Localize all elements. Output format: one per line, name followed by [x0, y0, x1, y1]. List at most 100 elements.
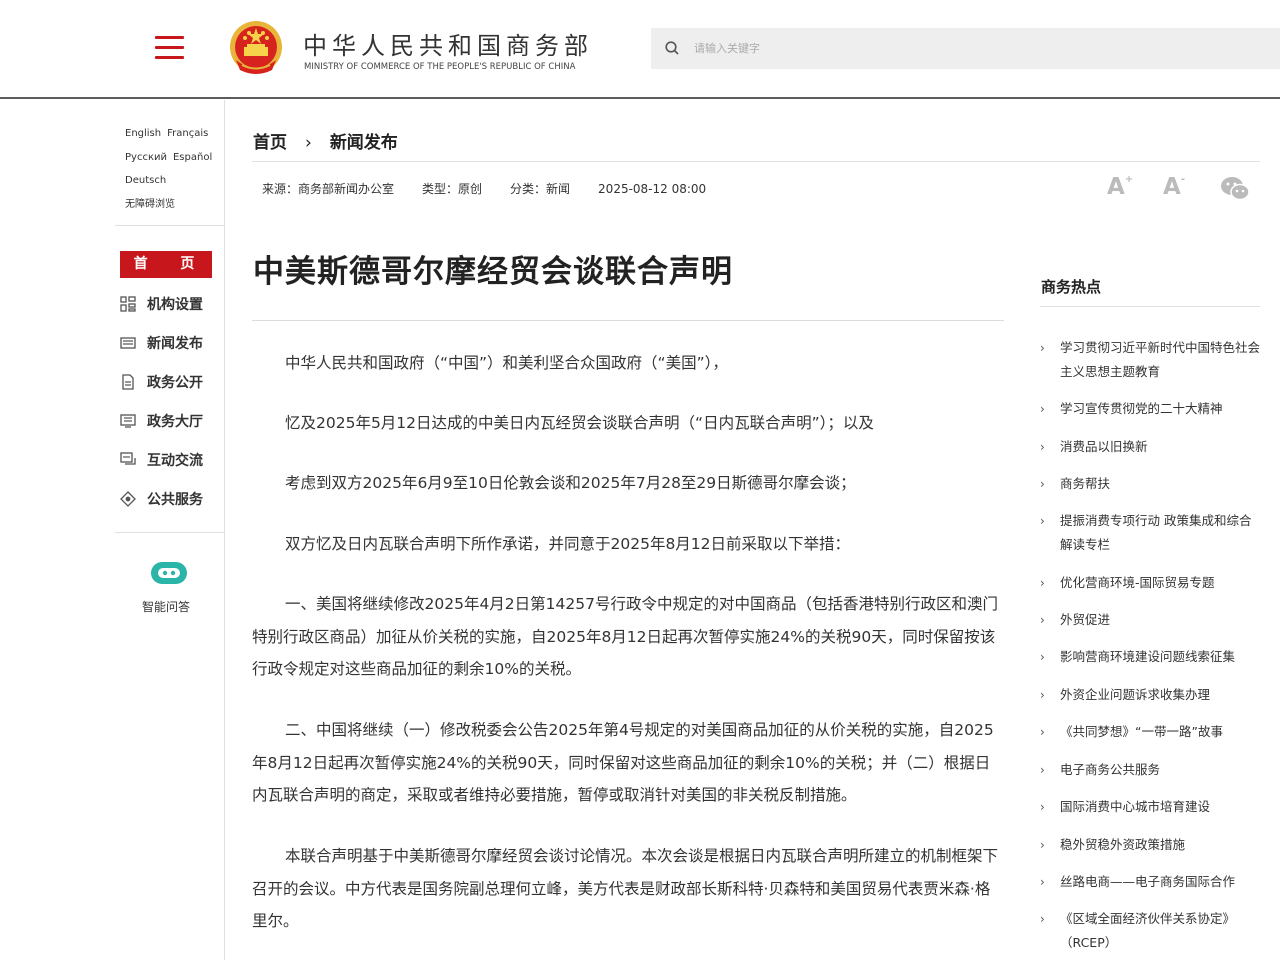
- chat-icon: [120, 452, 136, 465]
- article-paragraph: 忆及2025年5月12日达成的中美日内瓦经贸会谈联合声明（“日内瓦联合声明”）；…: [285, 414, 874, 432]
- site-header: 中华人民共和国商务部 MINISTRY OF COMMERCE OF THE P…: [0, 0, 1280, 99]
- article-paragraph: 一、美国将继续修改2025年4月2日第14257号行政令中规定的对中国商品（包括…: [252, 595, 998, 678]
- hot-topic-link[interactable]: › 电子商务公共服务: [1040, 758, 1260, 782]
- service-hall-icon: [120, 414, 136, 428]
- chevron-right-icon: ›: [1040, 800, 1045, 814]
- newspaper-icon: [120, 337, 136, 349]
- hot-topic-text: 影响营商环境建设问题线索征集: [1060, 649, 1236, 664]
- hot-topic-link[interactable]: › 提振消费专项行动 政策集成和综合解读专栏: [1040, 509, 1260, 557]
- chevron-right-icon: ›: [1040, 725, 1045, 739]
- search-input[interactable]: [694, 36, 1094, 60]
- article-type: 类型：原创: [422, 182, 483, 196]
- lang-english-link[interactable]: English: [125, 128, 161, 139]
- hot-topic-link[interactable]: › 《共同梦想》“一带一路”故事: [1040, 720, 1260, 744]
- chevron-right-icon: ›: [1040, 440, 1045, 454]
- article-date: 2025-08-12 08:00: [598, 182, 707, 196]
- menu-icon[interactable]: [155, 36, 184, 60]
- search-icon[interactable]: [664, 40, 680, 56]
- breadcrumb: 首页 › 新闻发布: [253, 128, 398, 153]
- national-emblem-icon[interactable]: [228, 20, 284, 78]
- article-paragraph: 本联合声明基于中美斯德哥尔摩经贸会谈讨论情况。本次会谈是根据日内瓦联合声明所建立…: [252, 847, 999, 930]
- chatbot-label[interactable]: 智能问答: [142, 598, 190, 615]
- article-paragraph: 考虑到双方2025年6月9至10日伦敦会谈和2025年7月28至29日斯德哥尔摩…: [285, 474, 856, 492]
- lang-russian-link[interactable]: Русский: [125, 152, 167, 163]
- hot-topic-link[interactable]: › 影响营商环境建设问题线索征集: [1040, 645, 1260, 669]
- title-divider: [252, 320, 1004, 321]
- hot-topic-link[interactable]: › 优化营商环境-国际贸易专题: [1040, 571, 1260, 595]
- hot-topics-title: 商务热点: [1041, 278, 1102, 296]
- font-decrease-sign: -: [1180, 174, 1185, 185]
- hot-topic-text: 提振消费专项行动 政策集成和综合解读专栏: [1060, 513, 1252, 552]
- chevron-right-icon: ›: [1040, 341, 1045, 355]
- nav-item-gov-info[interactable]: 政务公开: [120, 370, 220, 394]
- hot-topic-link[interactable]: › 外资企业问题诉求收集办理: [1040, 683, 1260, 707]
- chevron-right-icon: ›: [1040, 650, 1045, 664]
- accessibility-link[interactable]: 无障碍浏览: [125, 199, 175, 210]
- hot-topic-text: 商务帮扶: [1060, 476, 1111, 491]
- language-links: English Français Русский Español Deutsch 无…: [125, 122, 225, 216]
- hot-topic-link[interactable]: › 消费品以旧换新: [1040, 435, 1260, 459]
- hot-topic-text: 稳外贸稳外资政策措施: [1060, 837, 1186, 852]
- article-category: 分类：新闻: [510, 182, 571, 196]
- hot-topic-text: 学习贯彻习近平新时代中国特色社会主义思想主题教育: [1060, 340, 1261, 379]
- font-increase-sign: +: [1124, 174, 1134, 185]
- chevron-right-icon: ›: [1040, 763, 1045, 777]
- site-title-chinese[interactable]: 中华人民共和国商务部: [303, 26, 593, 61]
- nav-item-news[interactable]: 新闻发布: [120, 331, 220, 355]
- sidebar-divider: [115, 532, 225, 533]
- lang-spanish-link[interactable]: Español: [173, 152, 212, 163]
- nav-item-public-service[interactable]: 公共服务: [120, 487, 220, 511]
- hot-topic-text: 国际消费中心城市培育建设: [1060, 799, 1211, 814]
- hot-topic-link[interactable]: › 学习宣传贯彻党的二十大精神: [1040, 397, 1260, 421]
- chevron-right-icon: ›: [1040, 912, 1045, 926]
- lang-french-link[interactable]: Français: [167, 128, 208, 139]
- font-decrease-label: A: [1163, 174, 1181, 200]
- chevron-right-icon: ›: [1040, 875, 1045, 889]
- chevron-right-icon: ›: [1040, 514, 1045, 528]
- hot-topic-text: 优化营商环境-国际贸易专题: [1060, 575, 1215, 590]
- hot-topic-text: 学习宣传贯彻党的二十大精神: [1060, 401, 1223, 416]
- breadcrumb-separator: ›: [305, 133, 312, 153]
- hot-topic-link[interactable]: › 商务帮扶: [1040, 472, 1260, 496]
- nav-item-service-hall[interactable]: 政务大厅: [120, 409, 220, 433]
- left-sidebar: English Français Русский Español Deutsch 无…: [115, 100, 225, 960]
- nav-item-label: 政务公开: [147, 375, 203, 391]
- nav-item-label: 政务大厅: [147, 414, 203, 430]
- hot-topic-text: 外贸促进: [1060, 612, 1111, 627]
- breadcrumb-home-link[interactable]: 首页: [253, 133, 287, 153]
- chatbot-icon[interactable]: [148, 558, 190, 588]
- hot-topic-link[interactable]: › 稳外贸稳外资政策措施: [1040, 833, 1260, 857]
- chevron-right-icon: ›: [1040, 838, 1045, 852]
- breadcrumb-current-link[interactable]: 新闻发布: [330, 133, 398, 153]
- hot-topic-link[interactable]: › 《区域全面经济伙伴关系协定》（RCEP）: [1040, 907, 1260, 955]
- public-service-icon: [120, 491, 136, 507]
- hot-topic-text: 《区域全面经济伙伴关系协定》（RCEP）: [1060, 911, 1236, 950]
- chevron-right-icon: ›: [1040, 688, 1045, 702]
- nav-item-organization[interactable]: 机构设置: [120, 292, 220, 316]
- font-decrease-button[interactable]: A-: [1163, 174, 1185, 202]
- wechat-share-icon[interactable]: [1220, 176, 1250, 202]
- hot-topic-link[interactable]: › 学习贯彻习近平新时代中国特色社会主义思想主题教育: [1040, 336, 1260, 384]
- org-chart-icon: [120, 296, 136, 312]
- site-title-english[interactable]: MINISTRY OF COMMERCE OF THE PEOPLE'S REP…: [304, 62, 575, 72]
- font-increase-label: A: [1107, 174, 1125, 200]
- sidebar-divider: [115, 225, 225, 226]
- nav-home-button[interactable]: 首 页: [120, 251, 212, 278]
- chevron-right-icon: ›: [1040, 402, 1045, 416]
- article-paragraph: 中华人民共和国政府（“中国”）和美利坚合众国政府（“美国”），: [285, 354, 728, 372]
- hot-topics-divider: [1040, 306, 1260, 307]
- article-source: 来源：商务部新闻办公室: [262, 182, 395, 196]
- lang-german-link[interactable]: Deutsch: [125, 175, 166, 186]
- nav-item-label: 新闻发布: [147, 336, 203, 352]
- article-paragraph: 双方忆及日内瓦联合声明下所作承诺，并同意于2025年8月12日前采取以下举措：: [285, 535, 851, 553]
- nav-item-label: 机构设置: [147, 297, 203, 313]
- hot-topic-link[interactable]: › 国际消费中心城市培育建设: [1040, 795, 1260, 819]
- font-increase-button[interactable]: A+: [1107, 174, 1133, 202]
- hot-topic-text: 外资企业问题诉求收集办理: [1060, 687, 1211, 702]
- nav-item-label: 互动交流: [147, 453, 203, 469]
- hot-topic-link[interactable]: › 丝路电商——电子商务国际合作: [1040, 870, 1260, 894]
- nav-item-label: 公共服务: [147, 492, 203, 508]
- hot-topic-text: 消费品以旧换新: [1060, 439, 1148, 454]
- nav-item-interaction[interactable]: 互动交流: [120, 448, 220, 472]
- hot-topic-link[interactable]: › 外贸促进: [1040, 608, 1260, 632]
